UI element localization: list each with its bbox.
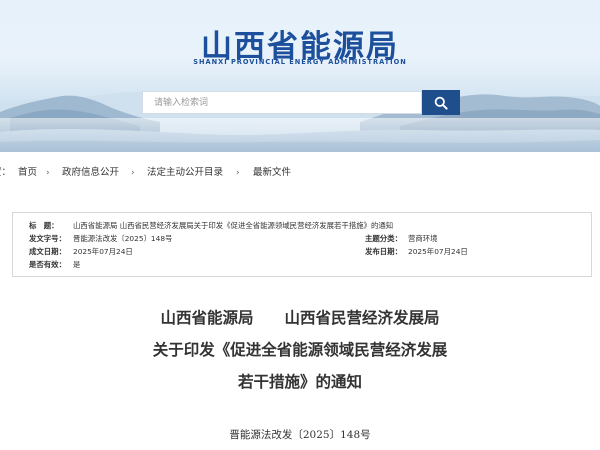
- search-input[interactable]: [142, 91, 422, 114]
- breadcrumb-separator: ›: [131, 168, 135, 178]
- publish-date-value: 2025年07月24日: [408, 247, 468, 256]
- breadcrumb-directory-link[interactable]: 法定主动公开目录: [147, 158, 223, 188]
- article-doc-number: 晋能源法改发〔2025〕148号: [229, 429, 371, 441]
- title-value: 山西省能源局 山西省民营经济发展局关于印发《促进全省能源领域民营经济发展若干措施…: [73, 221, 394, 230]
- topic-label: 主题分类：: [365, 234, 402, 243]
- made-date-label: 成文日期：: [29, 247, 66, 256]
- site-subtitle: SHANXI PROVINCIAL ENERGY ADMINISTRATION: [193, 58, 407, 66]
- article-title-line-2: 关于印发《促进全省能源领域民营经济发展: [152, 340, 448, 359]
- doc-number-label: 发文字号：: [29, 234, 66, 243]
- breadcrumb-separator: ›: [46, 168, 50, 178]
- validity-value: 是: [73, 260, 81, 269]
- breadcrumb-prefix: 置：: [0, 167, 12, 178]
- search-icon: [434, 96, 448, 110]
- made-date-value: 2025年07月24日: [73, 247, 133, 256]
- document-info-panel: 标 题： 山西省能源局 山西省民营经济发展局关于印发《促进全省能源领域民营经济发…: [12, 212, 592, 277]
- publish-date-label: 发布日期：: [365, 247, 402, 256]
- breadcrumb: 置： 首页 › 政府信息公开 › 法定主动公开目录 › 最新文件: [0, 158, 600, 188]
- search-button[interactable]: [422, 90, 460, 115]
- breadcrumb-latest-files-link[interactable]: 最新文件: [253, 158, 291, 188]
- breadcrumb-separator: ›: [236, 168, 240, 178]
- validity-label: 是否有效：: [29, 260, 66, 269]
- title-label: 标 题：: [29, 221, 59, 230]
- article-title-line-1: 山西省能源局 山西省民营经济发展局: [160, 308, 440, 327]
- article-title-line-3: 若干措施》的通知: [237, 372, 362, 391]
- breadcrumb-home-link[interactable]: 首页: [18, 158, 37, 188]
- doc-number-value: 晋能源法改发〔2025〕148号: [73, 234, 173, 243]
- breadcrumb-gov-info-link[interactable]: 政府信息公开: [62, 158, 119, 188]
- header-banner: 山西省能源局 SHANXI PROVINCIAL ENERGY ADMINIST…: [0, 0, 600, 152]
- topic-value: 营商环境: [408, 234, 438, 243]
